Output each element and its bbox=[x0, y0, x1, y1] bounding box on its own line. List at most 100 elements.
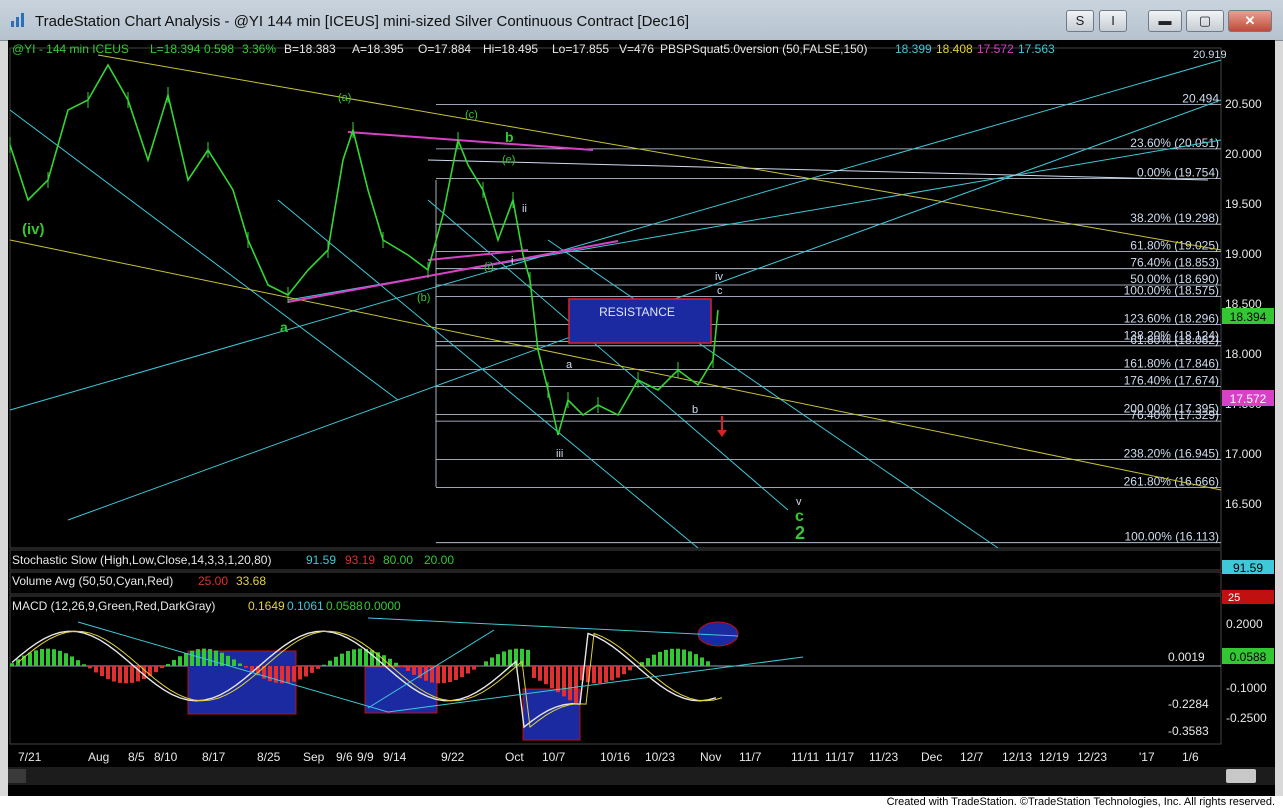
stoch-v4: 20.00 bbox=[424, 553, 454, 567]
date-tick-label: Dec bbox=[921, 750, 942, 764]
macd-v3: 0.0588 bbox=[326, 599, 363, 613]
title-bar: TradeStation Chart Analysis - @YI 144 mi… bbox=[0, 0, 1283, 41]
price-tick-label: 17.000 bbox=[1225, 447, 1262, 461]
macd-plot bbox=[10, 617, 1221, 741]
volume-panel-frame bbox=[9, 571, 1222, 595]
status-line: @YI - 144 min ICEUS L=18.394 0.598 3.36%… bbox=[12, 42, 1055, 56]
date-tick-label: 8/17 bbox=[202, 750, 226, 764]
volume-axis-value: 25 bbox=[1228, 592, 1240, 604]
stoch-v2: 93.19 bbox=[345, 553, 375, 567]
macd-v4: 0.0000 bbox=[364, 599, 401, 613]
close-button[interactable]: ✕ bbox=[1228, 10, 1272, 32]
macd-trend-line bbox=[367, 617, 739, 637]
date-tick-label: 11/23 bbox=[869, 750, 898, 764]
wave-e-paren: (e) bbox=[502, 154, 515, 166]
top-fib-cut: 20.919 bbox=[1193, 49, 1227, 61]
wave-v-small: v bbox=[796, 496, 802, 508]
trend-line bbox=[287, 240, 619, 303]
svg-text:@YI - 144 min ICEUS: @YI - 144 min ICEUS bbox=[12, 42, 129, 56]
date-tick-label: 8/10 bbox=[154, 750, 178, 764]
volume-label: Volume Avg (50,50,Cyan,Red) bbox=[12, 574, 173, 588]
maximize-button[interactable]: ▢ bbox=[1186, 10, 1224, 32]
price-tick-label: 16.500 bbox=[1225, 497, 1262, 511]
stoch-v3: 80.00 bbox=[383, 553, 413, 567]
status-symbol: @YI - 144 min ICEUS bbox=[12, 42, 129, 56]
scroll-left-arrow-icon[interactable] bbox=[8, 769, 26, 783]
stoch-label: Stochastic Slow (High,Low,Close,14,3,3,1… bbox=[12, 553, 271, 567]
date-tick-label: 1/6 bbox=[1182, 750, 1199, 764]
fib-label: 61.80% (18.082) bbox=[1130, 333, 1219, 347]
trend-line bbox=[9, 239, 1222, 491]
wave-ii: ii bbox=[522, 203, 527, 215]
macd-axis-value: 0.0588 bbox=[1230, 650, 1267, 664]
fib-levels: 20.49423.60% (20.051)0.00% (19.754)38.20… bbox=[435, 92, 1221, 544]
current-price-value: 18.394 bbox=[1230, 310, 1267, 324]
date-tick-label: 11/17 bbox=[825, 750, 854, 764]
status-v4: 17.563 bbox=[1018, 42, 1055, 56]
price-axis: 20.50020.00019.50019.00018.50018.00017.5… bbox=[1225, 97, 1262, 511]
fib-label: 100.00% (16.113) bbox=[1124, 530, 1219, 544]
price-chart-svg[interactable]: 20.49423.60% (20.051)0.00% (19.754)38.20… bbox=[8, 40, 1275, 798]
resistance-label: RESISTANCE bbox=[599, 305, 675, 319]
date-tick-label: 7/21 bbox=[18, 750, 42, 764]
macd-trend-line bbox=[387, 656, 804, 713]
date-axis: 7/21 Aug 8/5 8/10 8/17 8/25 Sep 9/6 9/9 9/14 9/22 O… bbox=[18, 750, 1199, 764]
date-tick-label: Aug bbox=[88, 750, 109, 764]
macd-tick-label: 0.2000 bbox=[1226, 617, 1263, 631]
wave-b-paren: (b) bbox=[417, 292, 430, 304]
fib-label: 38.20% (19.298) bbox=[1130, 211, 1219, 225]
price-tick-label: 19.000 bbox=[1225, 247, 1262, 261]
wave-iv-small: iv bbox=[715, 271, 723, 283]
date-tick-label: 9/6 bbox=[336, 750, 353, 764]
wave-iii: iii bbox=[556, 448, 563, 460]
trend-line bbox=[427, 199, 789, 511]
stoch-axis-value: 91.59 bbox=[1233, 561, 1263, 575]
wave-i: i bbox=[511, 255, 513, 267]
macd-tick-label: -0.1000 bbox=[1226, 681, 1267, 695]
date-tick-label: 9/22 bbox=[441, 750, 465, 764]
symbol-link-i-button[interactable]: I bbox=[1099, 10, 1127, 32]
date-tick-label: 9/14 bbox=[383, 750, 407, 764]
date-tick-label: 8/25 bbox=[257, 750, 281, 764]
price-tick-label: 20.500 bbox=[1225, 97, 1262, 111]
date-tick-label: 12/7 bbox=[960, 750, 984, 764]
date-tick-label: 8/5 bbox=[128, 750, 145, 764]
fib-label: 176.40% (17.674) bbox=[1124, 374, 1219, 388]
status-ask: A=18.395 bbox=[352, 42, 404, 56]
minimize-button[interactable]: ▬ bbox=[1148, 10, 1182, 32]
fib-label: 76.40% (18.853) bbox=[1130, 256, 1219, 270]
fib-label: 0.00% (19.754) bbox=[1137, 166, 1219, 180]
tradestation-app-icon bbox=[11, 13, 24, 27]
footer: Created with TradeStation. ©TradeStation… bbox=[0, 796, 1283, 810]
trend-line bbox=[547, 239, 999, 549]
wave-c-paren: (c) bbox=[465, 109, 478, 121]
wave-a-small: a bbox=[566, 359, 573, 371]
fib-label: 76.40% (17.329) bbox=[1130, 408, 1219, 422]
wave-c-small: c bbox=[717, 285, 723, 297]
trend-line bbox=[427, 159, 1209, 181]
window-title: TradeStation Chart Analysis - @YI 144 mi… bbox=[35, 13, 690, 30]
horizontal-scrollbar[interactable] bbox=[8, 767, 1275, 785]
date-tick-label: 9/9 bbox=[357, 750, 374, 764]
status-v2: 18.408 bbox=[936, 42, 973, 56]
date-tick-label: 12/19 bbox=[1039, 750, 1069, 764]
fib-label: 61.80% (19.025) bbox=[1130, 239, 1219, 253]
magenta-price-value: 17.572 bbox=[1230, 392, 1267, 406]
status-v3: 17.572 bbox=[977, 42, 1014, 56]
symbol-link-s-button[interactable]: S bbox=[1066, 10, 1094, 32]
fib-label: 238.20% (16.945) bbox=[1124, 447, 1219, 461]
scroll-thumb[interactable] bbox=[1226, 769, 1256, 783]
status-last: L=18.394 bbox=[150, 42, 201, 56]
date-tick-label: 11/11 bbox=[791, 750, 820, 764]
date-tick-label: Nov bbox=[700, 750, 721, 764]
macd-axis: 0.2000 0.0019 -0.1000 -0.2284 -0.2500 -0.3583 bbox=[1168, 617, 1267, 738]
date-tick-label: 11/7 bbox=[739, 750, 762, 764]
wave-iv-big: (iv) bbox=[22, 221, 45, 238]
trend-line bbox=[9, 59, 1222, 411]
wave-a-paren: (a) bbox=[338, 92, 351, 104]
wave-i-paren: (i) bbox=[484, 261, 494, 273]
stochastic-header: Stochastic Slow (High,Low,Close,14,3,3,1… bbox=[12, 553, 454, 567]
chart-area[interactable]: 20.494 23.60% (20.051) 0.00% (19.754) 38.20… bbox=[8, 40, 1275, 798]
date-tick-label: 12/23 bbox=[1077, 750, 1107, 764]
down-arrow-icon bbox=[717, 416, 727, 437]
